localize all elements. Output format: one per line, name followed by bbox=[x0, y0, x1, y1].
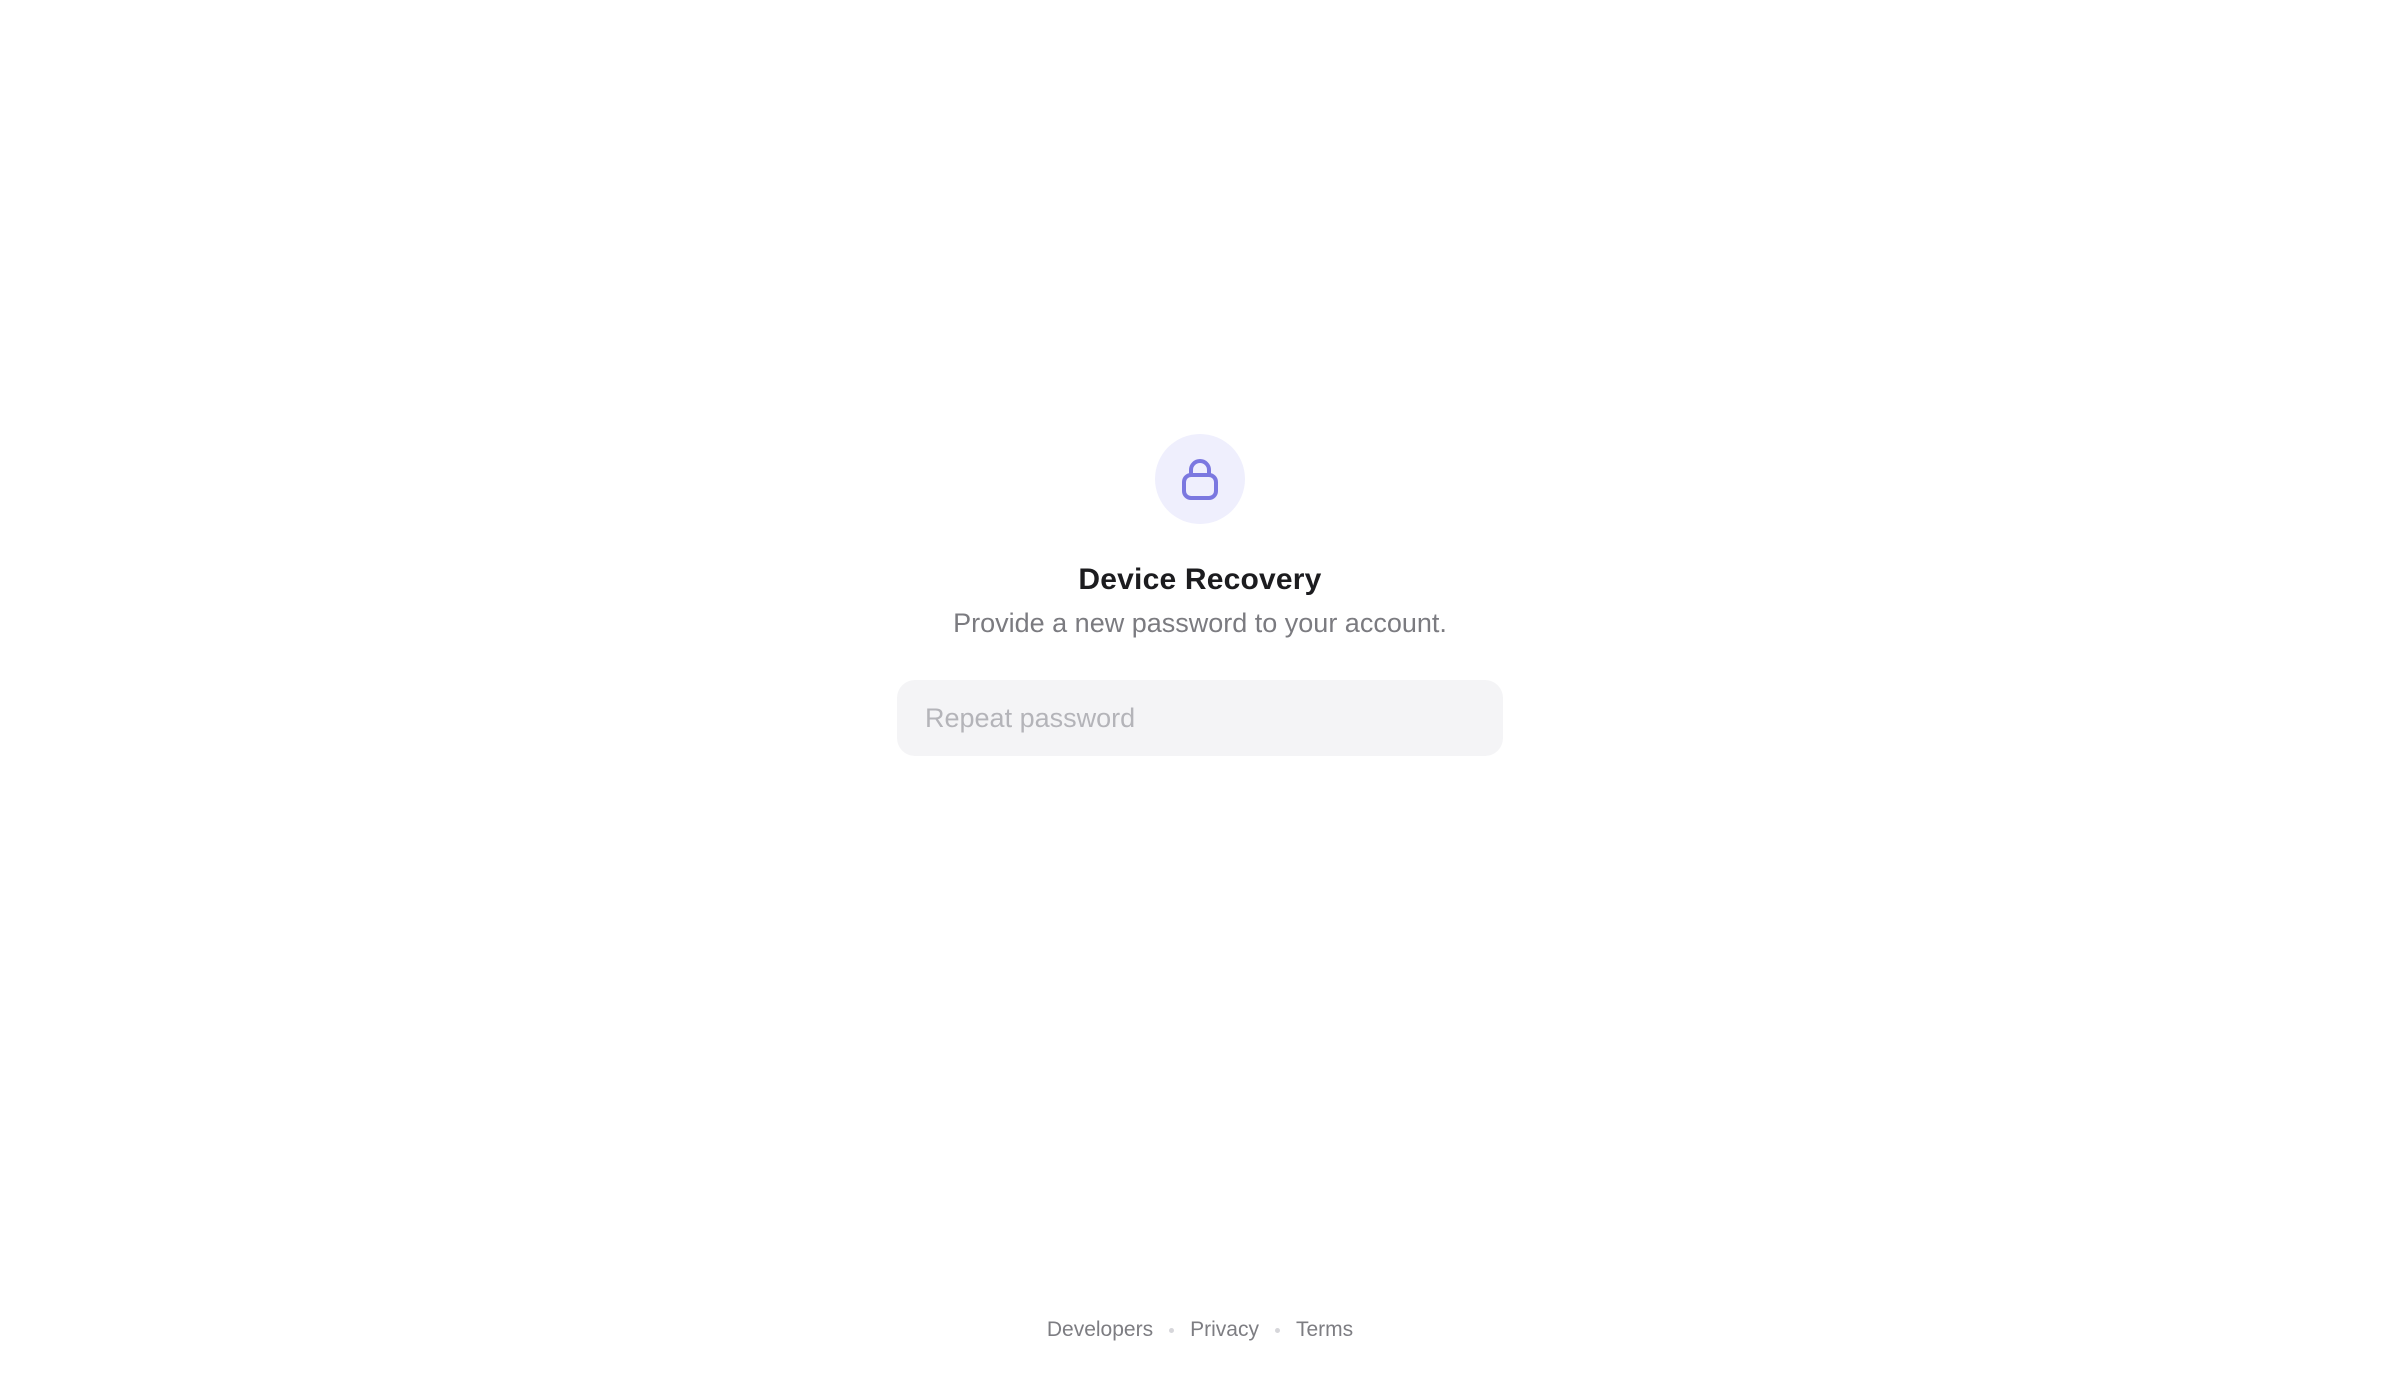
footer-link-developers[interactable]: Developers bbox=[1047, 1316, 1153, 1344]
footer-separator-dot bbox=[1169, 1327, 1175, 1333]
footer-link-privacy[interactable]: Privacy bbox=[1190, 1316, 1259, 1344]
footer-link-terms[interactable]: Terms bbox=[1296, 1316, 1353, 1344]
footer-separator-dot bbox=[1274, 1327, 1280, 1333]
lock-icon bbox=[1180, 457, 1220, 501]
recovery-page: Device Recovery Provide a new password t… bbox=[0, 0, 2400, 1395]
lock-badge bbox=[1155, 434, 1245, 524]
repeat-password-input[interactable] bbox=[925, 702, 1475, 734]
recovery-panel: Device Recovery Provide a new password t… bbox=[0, 434, 2400, 756]
repeat-password-field-wrapper[interactable] bbox=[897, 680, 1503, 756]
page-subtitle: Provide a new password to your account. bbox=[953, 608, 1447, 638]
page-title: Device Recovery bbox=[1078, 563, 1322, 596]
footer-links: Developers Privacy Terms bbox=[0, 1316, 2400, 1344]
